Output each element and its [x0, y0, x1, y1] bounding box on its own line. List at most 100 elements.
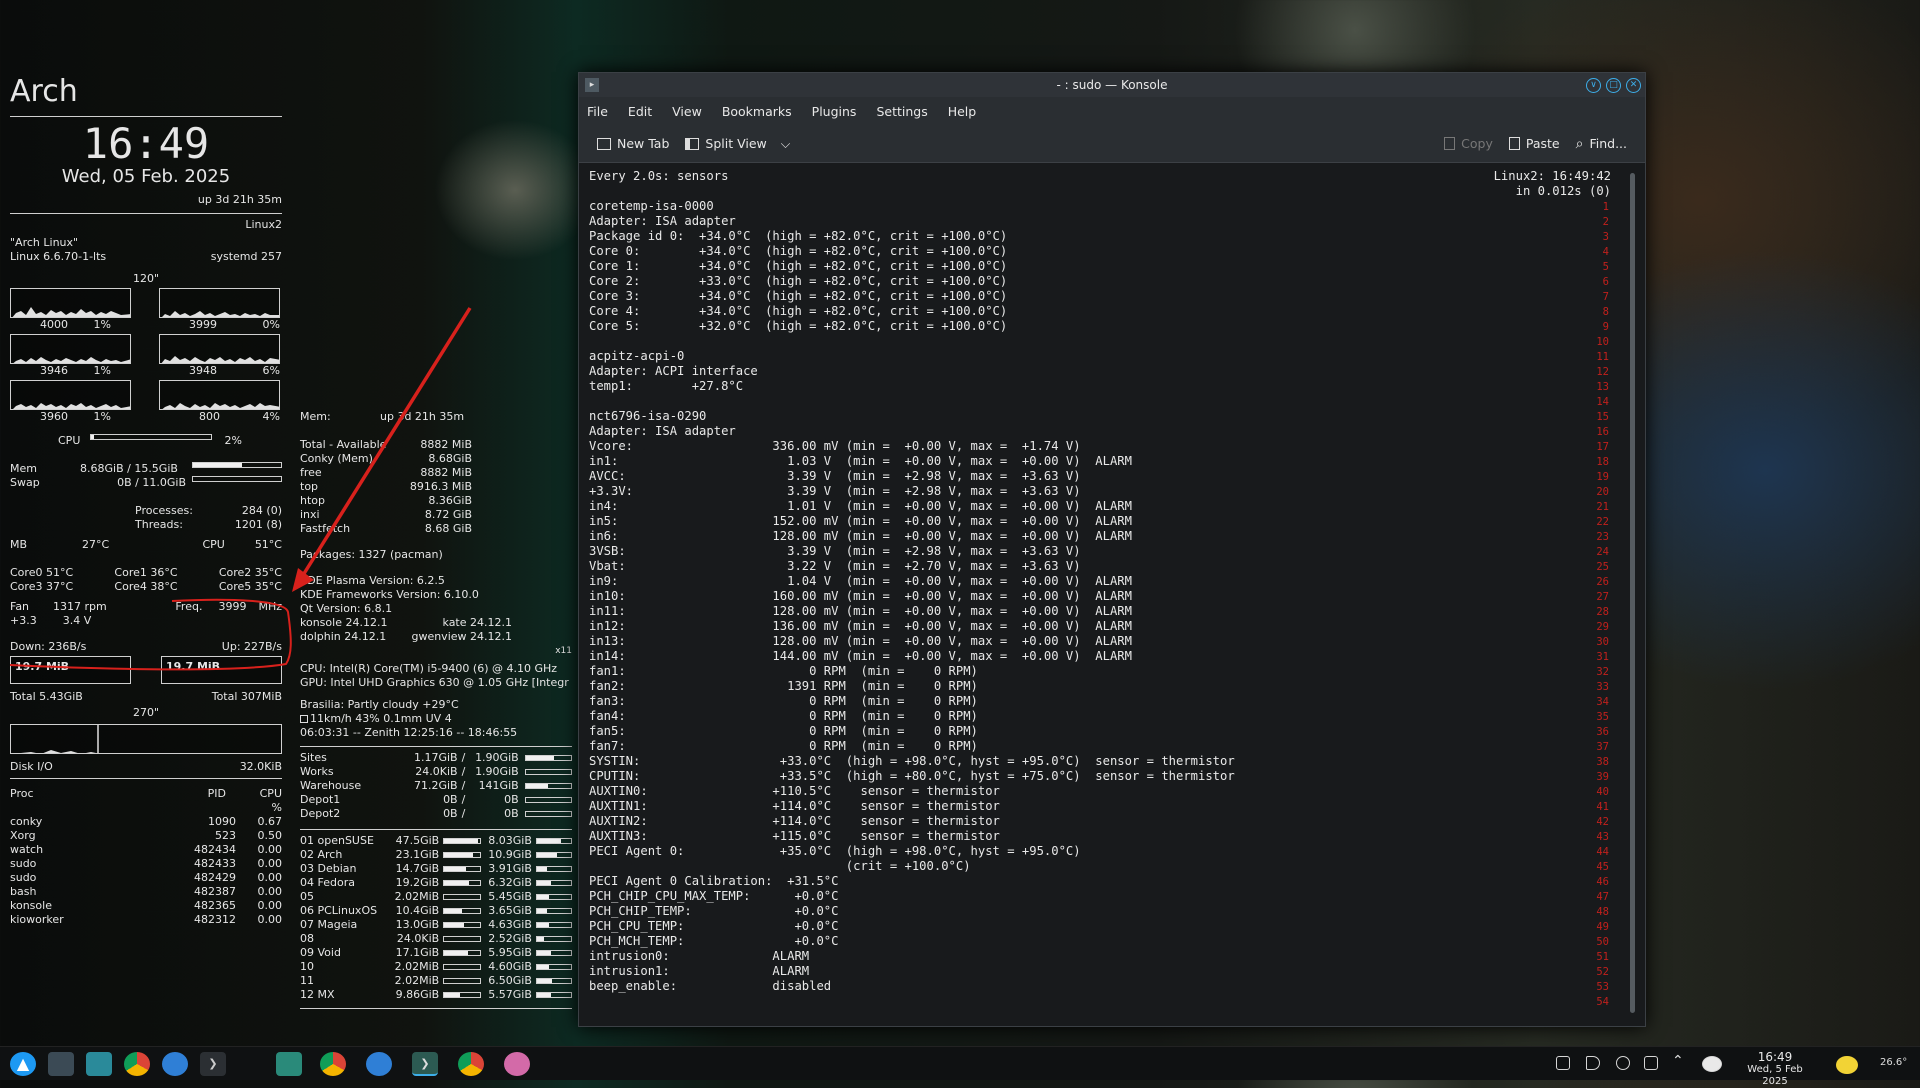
network-icon[interactable]: [1644, 1056, 1658, 1070]
chrome-icon[interactable]: [124, 1052, 150, 1076]
task-file-manager-icon[interactable]: [276, 1052, 302, 1076]
task-app-icon[interactable]: [504, 1052, 530, 1076]
process-cpu: 0.67: [257, 815, 283, 828]
drive-row: Sites 1.17GiB/1.90GiB: [300, 751, 572, 765]
menu-view[interactable]: View: [672, 104, 702, 119]
partition-bar2: [535, 866, 573, 872]
drive-total: 1.90GiB: [475, 751, 519, 764]
partition-bar: [443, 894, 482, 900]
partition-used: 2.02MiB: [394, 960, 440, 973]
close-button[interactable]: ✕: [1626, 78, 1641, 93]
partition-bar2: [535, 852, 573, 858]
weather-sun-icon[interactable]: [1836, 1056, 1858, 1074]
partition-name: 04 Fedora: [300, 876, 355, 889]
partition-bar2: [535, 992, 573, 998]
partition-bar2: [535, 950, 573, 956]
terminal-output[interactable]: Every 2.0s: sensors coretemp-isa-0000 Ad…: [579, 163, 1645, 1026]
partition-used: 2.02MiB: [394, 974, 440, 987]
partition-free: 5.45GiB: [488, 890, 532, 903]
partition-name: 11: [300, 974, 314, 987]
drive-total: 1.90GiB: [475, 765, 519, 778]
app-launcher-icon[interactable]: ▲: [10, 1052, 36, 1076]
annotation-arrow: [298, 307, 472, 581]
terminal-icon[interactable]: ❯: [200, 1052, 226, 1076]
task-chrome2-icon[interactable]: [458, 1052, 484, 1076]
weather-icon[interactable]: [1702, 1056, 1722, 1072]
weather-summary: Brasilia: Partly cloudy +29°C: [300, 698, 459, 711]
partition-row: 08 24.0KiB 2.52GiB: [300, 932, 573, 946]
partition-used: 24.0KiB: [396, 932, 440, 945]
partition-used: 9.86GiB: [395, 988, 440, 1001]
process-cpu: 0.00: [257, 871, 283, 884]
thunderbird-icon[interactable]: [162, 1052, 188, 1076]
clock-date: Wed, 5 Feb 2025: [1747, 1064, 1803, 1087]
watch-timestamp: Linux2: 16:49:42: [1493, 169, 1611, 183]
partition-row: 05 2.02MiB 5.45GiB: [300, 890, 573, 904]
task-thunderbird-icon[interactable]: [366, 1052, 392, 1076]
copy-icon: [1444, 137, 1456, 150]
disk-io-graph: [10, 724, 282, 754]
copy-button[interactable]: Copy: [1436, 132, 1501, 155]
proc-col-name: Proc: [10, 787, 34, 800]
paste-button[interactable]: Paste: [1501, 132, 1568, 155]
drive-name: Sites: [300, 751, 327, 764]
process-row: sudo 482433 0.00: [10, 857, 282, 871]
partition-row: 07 Mageia 13.0GiB 4.63GiB: [300, 918, 573, 932]
menu-bookmarks[interactable]: Bookmarks: [722, 104, 792, 119]
process-cpu: 0.00: [257, 913, 283, 926]
new-tab-button[interactable]: New Tab: [589, 132, 677, 155]
taskbar: ▲ ❯ ❯ ⌃ 16:49 Wed, 5 Feb 2025 26.6°: [0, 1046, 1920, 1087]
process-cpu: 0.00: [257, 857, 283, 870]
proc-header: Proc PID CPU: [10, 787, 282, 801]
partition-bar: [443, 838, 482, 844]
drive-used: 24.0KiB: [415, 765, 458, 778]
drive-bar: [524, 797, 572, 803]
menu-file[interactable]: File: [587, 104, 608, 119]
search-icon: ⌕: [1575, 135, 1584, 152]
partition-row: 01 openSUSE 47.5GiB 8.03GiB: [300, 834, 573, 848]
process-row: sudo 482429 0.00: [10, 871, 282, 885]
maximize-button[interactable]: □: [1606, 78, 1621, 93]
process-row: watch 482434 0.00: [10, 843, 282, 857]
chevron-down-icon[interactable]: ⌵: [781, 136, 790, 152]
sun-times: 06:03:31 -- Zenith 12:25:16 -- 18:46:55: [300, 726, 518, 739]
partition-bar: [443, 964, 482, 970]
brightness-icon[interactable]: [1616, 1056, 1630, 1070]
process-cpu: 0.00: [257, 885, 283, 898]
new-tab-label: New Tab: [617, 136, 670, 151]
menu-edit[interactable]: Edit: [628, 104, 652, 119]
scrollbar[interactable]: [1630, 173, 1635, 1013]
partition-bar: [443, 978, 482, 984]
file-manager-icon[interactable]: [86, 1052, 112, 1076]
partition-free: 4.60GiB: [488, 960, 532, 973]
task-chrome-icon[interactable]: [320, 1052, 346, 1076]
disk-io-label: Disk I/O: [10, 760, 53, 773]
process-pid: 1090: [208, 815, 236, 828]
partition-name: 12 MX: [300, 988, 335, 1001]
digital-clock[interactable]: 16:49 Wed, 5 Feb 2025: [1735, 1051, 1815, 1088]
partition-bar: [443, 908, 482, 914]
minimize-button[interactable]: ∨: [1586, 78, 1601, 93]
drive-bar: [524, 769, 572, 775]
copy-label: Copy: [1461, 136, 1493, 151]
task-konsole-icon[interactable]: ❯: [412, 1052, 438, 1076]
konsole-window[interactable]: ▸ - : sudo — Konsole ∨ □ ✕ File Edit Vie…: [578, 72, 1646, 1027]
partition-name: 03 Debian: [300, 862, 357, 875]
partition-name: 07 Mageia: [300, 918, 358, 931]
system-settings-icon[interactable]: [48, 1052, 74, 1076]
split-view-button[interactable]: Split View ⌵: [677, 132, 798, 156]
toolbar: New Tab Split View ⌵ Copy Paste ⌕ Find...: [579, 125, 1645, 163]
menu-settings[interactable]: Settings: [876, 104, 927, 119]
partition-used: 14.7GiB: [395, 862, 440, 875]
chevron-up-icon[interactable]: ⌃: [1672, 1053, 1684, 1069]
window-titlebar[interactable]: ▸ - : sudo — Konsole ∨ □ ✕: [579, 73, 1645, 97]
partition-row: 02 Arch 23.1GiB 10.9GiB: [300, 848, 573, 862]
process-row: kioworker 482312 0.00: [10, 913, 282, 927]
menu-plugins[interactable]: Plugins: [812, 104, 857, 119]
partition-row: 09 Void 17.1GiB 5.95GiB: [300, 946, 573, 960]
watch-duration: in 0.012s (0): [1515, 184, 1611, 198]
volume-icon[interactable]: [1586, 1056, 1600, 1070]
menu-help[interactable]: Help: [948, 104, 977, 119]
clipboard-icon[interactable]: [1556, 1056, 1570, 1070]
find-button[interactable]: ⌕ Find...: [1568, 132, 1635, 156]
